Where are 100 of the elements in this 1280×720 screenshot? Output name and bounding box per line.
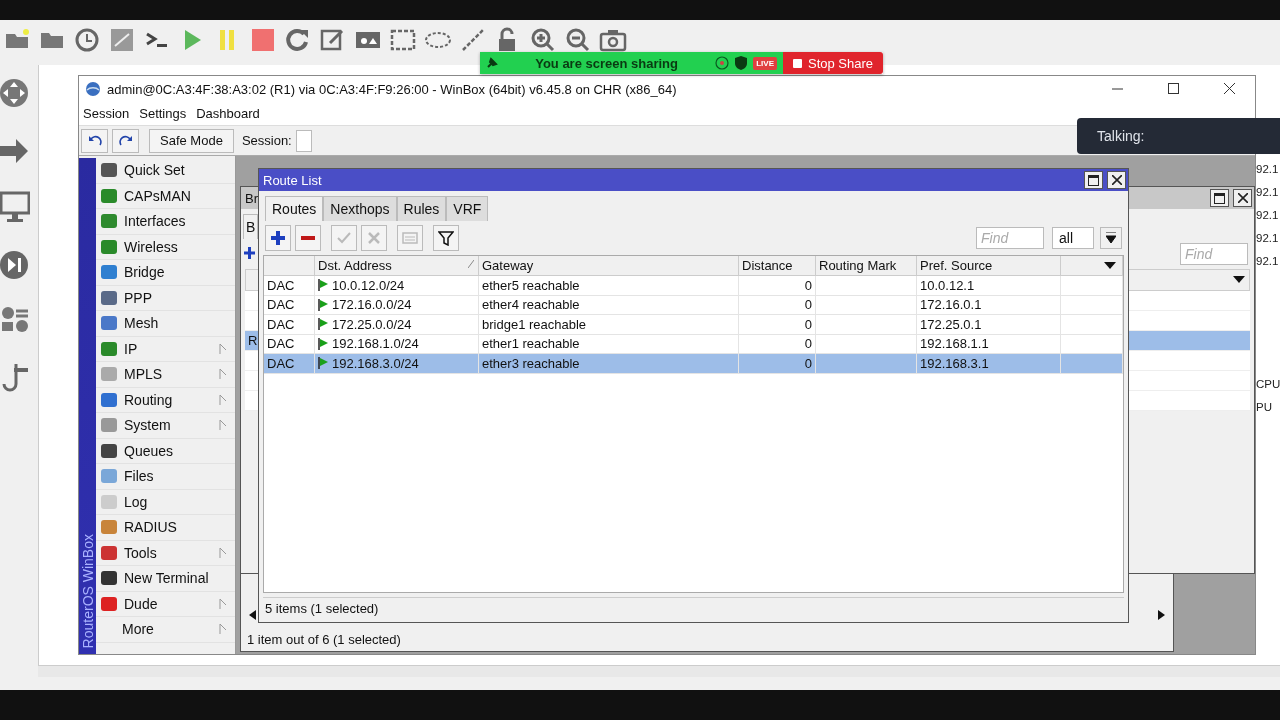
sidebar-item[interactable]: Mesh	[96, 311, 235, 337]
tab[interactable]: Routes	[265, 196, 324, 221]
sidebar-item[interactable]: Log	[96, 489, 235, 515]
table-cell: 10.0.12.1	[917, 276, 1061, 295]
table-row[interactable]: DAC 10.0.12.0/24 ether5 reachable 0 10.0.12.1	[264, 276, 1123, 296]
close-icon	[1111, 175, 1122, 185]
table-cell: DAC	[264, 315, 315, 334]
table-cell: 192.168.3.0/24	[332, 355, 419, 371]
close-button[interactable]	[1107, 171, 1126, 189]
sidebar-item[interactable]: Interfaces	[96, 209, 235, 235]
table-row[interactable]: DAC 172.16.0.0/24 ether4 reachable 0 172.16.0.1	[264, 295, 1123, 315]
sidebar-item[interactable]: More	[96, 617, 235, 643]
sidebar-item[interactable]: CAPsMAN	[96, 183, 235, 209]
side-text: 92.1	[1256, 162, 1280, 177]
side-text: 92.1	[1256, 208, 1280, 223]
submenu-arrow-icon	[219, 546, 227, 559]
table-cell: 10.0.12.0/24	[332, 277, 405, 293]
down-arrow-icon[interactable]	[1106, 232, 1116, 244]
column-header[interactable]: Pref. Source	[917, 256, 1061, 275]
table-cell: 192.168.1.0/24	[332, 336, 419, 352]
sidebar-item[interactable]: Bridge	[96, 260, 235, 286]
sidebar-item[interactable]: Files	[96, 464, 235, 490]
sidebar-item[interactable]: Tools	[96, 540, 235, 566]
table-cell: DAC	[264, 354, 315, 373]
redo-button[interactable]	[112, 128, 139, 153]
sidebar-item[interactable]: Routing	[96, 387, 235, 413]
table-cell: 192.168.1.1	[917, 334, 1061, 353]
column-header[interactable]: Distance	[739, 256, 816, 275]
filter-icon[interactable]	[438, 230, 454, 246]
shield-icon[interactable]	[735, 56, 748, 70]
table-cell: ether4 reachable	[479, 295, 739, 314]
column-header[interactable]: Dst. Address	[315, 256, 479, 275]
sidebar-item[interactable]: MPLS	[96, 362, 235, 388]
brand-label: RouterOS WinBox	[79, 533, 96, 648]
maximize-icon	[1168, 83, 1180, 95]
safe-mode-button[interactable]: Safe Mode	[149, 128, 234, 153]
tile-icon	[100, 492, 118, 511]
tile-icon	[100, 237, 118, 256]
session-field[interactable]	[295, 129, 312, 152]
table-cell: 0	[739, 315, 816, 334]
right-arrow-icon[interactable]	[1156, 610, 1166, 620]
tile-icon	[100, 161, 118, 180]
arrow-icon[interactable]	[0, 136, 30, 166]
submenu-arrow-icon	[219, 342, 227, 355]
tile-icon	[100, 186, 118, 205]
find-field[interactable]: Find	[976, 227, 1044, 249]
table-cell: 0	[739, 334, 816, 353]
table-cell: 0	[739, 354, 816, 373]
column-header[interactable]: Routing Mark	[816, 256, 917, 275]
scrollbar[interactable]	[38, 665, 1280, 677]
dropdown-arrow-icon[interactable]	[1233, 276, 1245, 284]
pin-icon[interactable]	[486, 57, 498, 69]
maximize-icon	[1214, 192, 1225, 204]
stop-share-button[interactable]: Stop Share	[783, 52, 884, 74]
left-arrow-icon[interactable]	[248, 610, 258, 620]
tile-icon	[100, 339, 118, 358]
sidebar-item[interactable]: Quick Set	[96, 158, 235, 184]
submenu-arrow-icon	[219, 419, 227, 432]
table-cell: 0	[739, 276, 816, 295]
maximize-button[interactable]	[1084, 171, 1103, 189]
sidebar-item[interactable]: PPP	[96, 285, 235, 311]
record-icon[interactable]	[715, 56, 730, 70]
table-cell: DAC	[264, 276, 315, 295]
sidebar-item[interactable]: RADIUS	[96, 515, 235, 541]
sidebar-item[interactable]: Dude	[96, 591, 235, 617]
side-text: CPU	[1256, 377, 1280, 392]
menu-item[interactable]: Session	[83, 106, 130, 121]
sidebar-item[interactable]: IP	[96, 336, 235, 362]
tab[interactable]: Nexthops	[323, 196, 397, 221]
dropdown-arrow-icon[interactable]	[1104, 261, 1116, 270]
filter-dropdown[interactable]: all	[1052, 227, 1094, 249]
menu-item[interactable]: Dashboard	[196, 106, 260, 121]
sidebar-item[interactable]: Queues	[96, 438, 235, 464]
sidebar-item[interactable]: Wireless	[96, 234, 235, 260]
tab[interactable]: Rules	[396, 196, 447, 221]
talking-label: Talking:	[1097, 128, 1145, 144]
skip-icon[interactable]	[0, 250, 30, 280]
maximize-button[interactable]	[1210, 189, 1229, 207]
tile-icon	[100, 594, 118, 613]
sidebar-item[interactable]: New Terminal	[96, 566, 235, 592]
sort-icon[interactable]	[468, 260, 474, 268]
find-field[interactable]: Find	[1180, 243, 1248, 265]
add-icon[interactable]	[270, 230, 286, 246]
close-button[interactable]	[1233, 189, 1252, 207]
table-cell: ether5 reachable	[479, 276, 739, 295]
tab[interactable]: VRF	[446, 196, 489, 221]
table-row[interactable]: DAC 192.168.3.0/24 ether3 reachable 0 192.168.3.1	[264, 354, 1123, 374]
column-header[interactable]: Gateway	[479, 256, 739, 275]
tab[interactable]: B	[243, 214, 259, 239]
sidebar-item[interactable]: System	[96, 413, 235, 439]
plus-icon[interactable]	[244, 246, 255, 259]
monitor-icon[interactable]	[0, 191, 30, 225]
shapes-icon[interactable]	[0, 305, 30, 335]
tile-icon	[100, 441, 118, 460]
table-cell: 172.16.0.0/24	[332, 297, 412, 313]
table-row[interactable]: DAC 172.25.0.0/24 bridge1 reachable 0 172.25.0.1	[264, 315, 1123, 335]
globe-icon	[85, 81, 101, 97]
table-cell: 172.16.0.1	[917, 295, 1061, 314]
undo-button[interactable]	[81, 128, 108, 153]
menu-item[interactable]: Settings	[139, 106, 187, 121]
